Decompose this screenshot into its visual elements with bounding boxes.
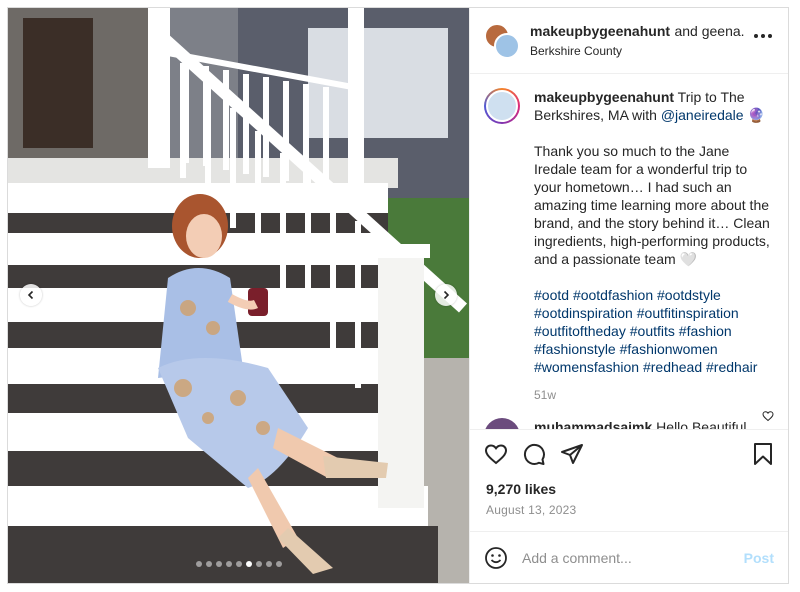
comment-item: muhammadsaimk Hello Beautiful [484,418,772,429]
comment-input[interactable] [520,548,744,567]
save-button[interactable] [752,442,774,471]
carousel-dot [265,561,272,567]
bookmark-icon [754,443,772,465]
more-options-icon[interactable] [754,34,772,38]
caption-body: Thank you so much to the Jane Iredale te… [534,143,770,267]
carousel-dot [245,561,252,567]
emoji-button[interactable] [484,546,508,570]
carousel-dot [235,561,242,567]
post-actions [470,429,788,477]
comments-section: makeupbygeenahunt Trip to The Berkshires… [470,74,788,429]
carousel-indicator [8,561,469,567]
carousel-dot [195,561,202,567]
post-dialog: makeupbygeenahunt and geena. Berkshire C… [7,7,789,584]
hashtag-link[interactable]: #fashionstyle [534,341,616,357]
carousel-dot [215,561,222,567]
hashtag-link[interactable]: #ootd [534,287,569,303]
hashtag-link[interactable]: #redhead [643,359,702,375]
add-comment-bar: Post [470,531,788,583]
caption-avatar[interactable] [484,88,520,124]
emoji-icon [485,546,507,569]
post-location[interactable]: Berkshire County [530,44,774,58]
commenter-username[interactable]: muhammadsaimk [534,419,652,429]
comment-icon [523,443,545,465]
carousel-dot [275,561,282,567]
hashtag-link[interactable]: #ootdinspiration [534,305,633,321]
hashtag-link[interactable]: #outfitoftheday [534,323,626,339]
caption-mention[interactable]: @janeiredale [661,107,744,123]
carousel-dot [255,561,262,567]
photo-illustration [8,8,469,583]
hashtag-link[interactable]: #redhair [706,359,757,375]
caption-username[interactable]: makeupbygeenahunt [534,89,674,105]
caption: makeupbygeenahunt Trip to The Berkshires… [484,88,772,404]
carousel-prev-button[interactable] [20,284,42,306]
avatar [494,32,520,59]
hashtag-link[interactable]: #outfits [630,323,675,339]
post-date[interactable]: August 13, 2023 [470,497,788,531]
post-side-panel: makeupbygeenahunt and geena. Berkshire C… [469,8,788,583]
author-username[interactable]: makeupbygeenahunt [530,23,670,39]
post-comment-button[interactable]: Post [744,550,774,566]
share-icon [561,443,583,464]
caption-emoji: 🔮 [747,107,765,123]
comment-button[interactable] [522,442,546,466]
author-avatars[interactable] [484,22,520,59]
post-photo [8,8,469,583]
carousel-dot [205,561,212,567]
commenter-avatar[interactable] [484,418,520,429]
comment-text: Hello Beautiful [656,419,747,429]
chevron-left-icon [27,290,34,300]
hashtag-link[interactable]: #fashion [679,323,732,339]
hashtag-link[interactable]: #ootdstyle [657,287,721,303]
hashtag-link[interactable]: #outfitinspiration [637,305,739,321]
likes-count[interactable]: 9,270 likes [470,477,788,497]
post-authors: makeupbygeenahunt and geena. [530,23,774,41]
post-header: makeupbygeenahunt and geena. Berkshire C… [470,8,788,74]
like-button[interactable] [484,442,508,466]
comment-like-heart-icon[interactable] [762,410,774,422]
hashtag-link[interactable]: #fashionwomen [620,341,718,357]
carousel-next-button[interactable] [435,284,457,306]
caption-hashtags: #ootd #ootdfashion #ootdstyle #ootdinspi… [534,286,772,376]
chevron-right-icon [443,290,450,300]
coauthor-text[interactable]: and geena. [674,23,744,39]
share-button[interactable] [560,442,584,466]
carousel-dot [225,561,232,567]
caption-age[interactable]: 51w [534,386,772,404]
hashtag-link[interactable]: #womensfashion [534,359,639,375]
hashtag-link[interactable]: #ootdfashion [573,287,653,303]
heart-icon [484,443,508,464]
